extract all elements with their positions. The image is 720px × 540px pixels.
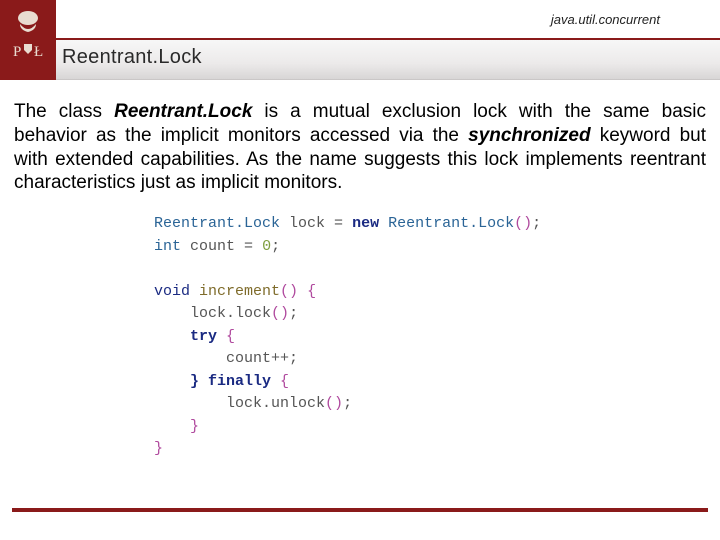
- keyword-emphasis: synchronized: [468, 125, 590, 146]
- footer-rule: [12, 508, 708, 512]
- university-logo: P Ł: [0, 0, 56, 80]
- package-label: java.util.concurrent: [551, 12, 660, 27]
- class-name-emphasis: Reentrant.Lock: [114, 101, 252, 122]
- code-line: count++;: [154, 348, 706, 371]
- title-bar: Reentrant.Lock: [0, 40, 720, 80]
- code-line: lock.lock();: [154, 303, 706, 326]
- code-line: } finally {: [154, 371, 706, 394]
- code-line: lock.unlock();: [154, 393, 706, 416]
- content-area: The class Reentrant.Lock is a mutual exc…: [0, 80, 720, 471]
- code-line: int count = 0;: [154, 236, 706, 259]
- code-example: Reentrant.Lock lock = new Reentrant.Lock…: [154, 213, 706, 461]
- svg-text:P: P: [13, 44, 21, 60]
- code-line: }: [154, 438, 706, 461]
- description-paragraph: The class Reentrant.Lock is a mutual exc…: [14, 100, 706, 195]
- header-top: java.util.concurrent: [0, 0, 720, 40]
- text-fragment: The class: [14, 101, 114, 122]
- code-line: void increment() {: [154, 281, 706, 304]
- code-line: try {: [154, 326, 706, 349]
- code-line: Reentrant.Lock lock = new Reentrant.Lock…: [154, 213, 706, 236]
- code-blank-line: [154, 258, 706, 281]
- code-line: }: [154, 416, 706, 439]
- slide-title: Reentrant.Lock: [62, 46, 202, 69]
- svg-text:Ł: Ł: [34, 44, 43, 60]
